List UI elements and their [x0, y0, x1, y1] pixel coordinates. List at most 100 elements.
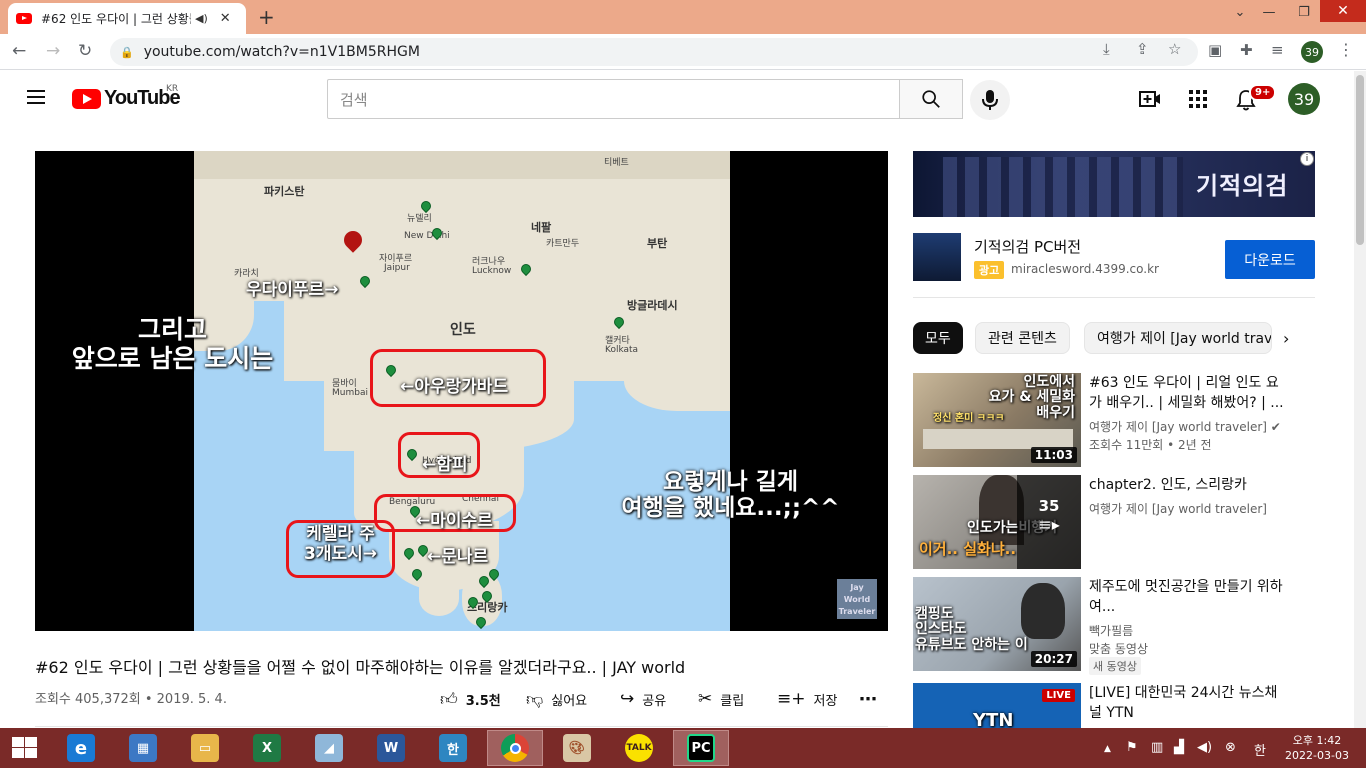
- video-title[interactable]: #63 인도 우다이 | 리얼 인도 요가 배우기.. | 세밀화 해봤어? |…: [1089, 373, 1285, 413]
- tray-signal-icon[interactable]: ▟: [1174, 740, 1184, 755]
- app-icon: ◢: [315, 734, 343, 762]
- hwp-icon: 한: [439, 734, 467, 762]
- extensions-puzzle-icon[interactable]: ✚: [1240, 41, 1253, 59]
- youtube-logo[interactable]: YouTube: [72, 87, 181, 110]
- close-window-button[interactable]: ✕: [1320, 0, 1366, 22]
- page-scrollbar[interactable]: [1354, 71, 1366, 728]
- restore-button[interactable]: ❐: [1290, 0, 1318, 24]
- overlay-caption-right: 요렇게나 길게 여행을 했네요...;;^^: [621, 469, 840, 522]
- save-button[interactable]: ≡+ 저장: [777, 689, 837, 709]
- taskbar-hwp[interactable]: 한: [425, 730, 481, 766]
- map-label-bhutan: 부탄: [647, 237, 668, 250]
- chevron-right-icon[interactable]: ›: [1283, 329, 1289, 348]
- ad-download-button[interactable]: 다운로드: [1225, 240, 1315, 279]
- channel-name[interactable]: 여행가 제이 [Jay world traveler] ✔: [1089, 418, 1281, 435]
- recommended-video[interactable]: 인도에서 요가 & 세밀화 배우기 정신 혼미 ㅋㅋㅋ 11:03 #63 인도…: [913, 373, 1333, 467]
- dislike-button[interactable]: 👎︎ 싫어요: [526, 689, 587, 710]
- taskbar-clock[interactable]: 오후 1:42 2022-03-03: [1285, 733, 1349, 763]
- like-button[interactable]: 👍︎ 3.5천: [440, 689, 501, 710]
- youtube-play-icon: [72, 88, 101, 109]
- map-label-pakistan: 파키스탄: [264, 185, 305, 198]
- forward-icon[interactable]: →: [46, 41, 60, 61]
- tab-strip: #62 인도 우다이 | 그런 상황들을 어쩔 수 없이 마주해야하는 이유를 …: [0, 0, 1366, 34]
- divider: [913, 297, 1315, 298]
- recommended-video[interactable]: 캠핑도 인스타도 유튜브도 안하는 이 20:27 제주도에 멋진공간을 만들기…: [913, 577, 1333, 675]
- tray-flag-icon[interactable]: ⚑: [1126, 740, 1138, 755]
- tray-close-icon[interactable]: ⊗: [1225, 740, 1236, 755]
- tab-title: #62 인도 우다이 | 그런 상황들을 어쩔 수 없이 마주해야하는 이유를 …: [41, 12, 191, 26]
- map-label-nepal: 네팔: [531, 221, 552, 234]
- tab-close-icon[interactable]: ✕: [220, 11, 231, 26]
- video-title[interactable]: 제주도에 멋진공간을 만들기 위하여...: [1089, 577, 1285, 617]
- taskbar-file-explorer[interactable]: ▭: [177, 730, 233, 766]
- share-button[interactable]: ↪ 공유: [620, 689, 666, 709]
- create-video-icon[interactable]: [1139, 89, 1161, 113]
- control-panel-icon: ▦: [129, 734, 157, 762]
- clip-button[interactable]: ✂ 클립: [698, 689, 744, 709]
- apps-grid-icon[interactable]: [1188, 89, 1208, 113]
- voice-search-button[interactable]: [970, 80, 1010, 120]
- address-bar[interactable]: 🔒 youtube.com/watch?v=n1V1BM5RHGM: [110, 38, 1198, 66]
- search-input[interactable]: 검색: [327, 79, 900, 119]
- browser-menu-icon[interactable]: ⋮: [1338, 40, 1354, 59]
- taskbar-control-panel[interactable]: ▦: [115, 730, 171, 766]
- bookmark-star-icon[interactable]: ☆: [1168, 40, 1181, 58]
- audio-playing-icon[interactable]: ◀): [195, 12, 208, 25]
- video-title[interactable]: [LIVE] 대한민국 24시간 뉴스채널 YTN: [1089, 683, 1285, 723]
- chip-all[interactable]: 모두: [913, 322, 963, 354]
- taskbar-kakaotalk[interactable]: TALK: [611, 730, 667, 766]
- windows-start-button[interactable]: [12, 737, 38, 759]
- back-icon[interactable]: ←: [12, 41, 26, 61]
- search-button[interactable]: [899, 79, 963, 119]
- taskbar-excel[interactable]: X: [239, 730, 295, 766]
- new-tab-button[interactable]: +: [258, 5, 275, 29]
- kakaotalk-icon: TALK: [625, 734, 653, 762]
- channel-name[interactable]: 빽가필름: [1089, 622, 1133, 639]
- extension-app-icon[interactable]: ▣: [1208, 41, 1222, 59]
- taskbar-paint[interactable]: 🎨︎: [549, 730, 605, 766]
- ad-banner-image[interactable]: 기적의검: [913, 151, 1315, 217]
- ad-banner-text: 기적의검: [1196, 172, 1289, 200]
- ad-info-icon[interactable]: i: [1300, 152, 1314, 166]
- more-actions-icon[interactable]: ⋯: [859, 689, 877, 710]
- video-thumbnail[interactable]: 인도에서 요가 & 세밀화 배우기 정신 혼미 ㅋㅋㅋ 11:03: [913, 373, 1081, 467]
- chip-related[interactable]: 관련 콘텐츠: [975, 322, 1070, 354]
- reload-icon[interactable]: ↻: [78, 41, 92, 61]
- channel-watermark[interactable]: Jay World Traveler: [837, 579, 877, 619]
- menu-icon[interactable]: [27, 90, 45, 104]
- recommended-playlist[interactable]: 인도가는비행기 이거.. 실화냐.. 35 ≡▸ chapter2. 인도, 스…: [913, 475, 1333, 569]
- chip-channel[interactable]: 여행가 제이 [Jay world travel]: [1084, 322, 1272, 354]
- recommended-video[interactable]: LIVE YTN [LIVE] 대한민국 24시간 뉴스채널 YTN: [913, 683, 1333, 728]
- share-icon[interactable]: ⇪: [1136, 40, 1149, 58]
- chrome-icon: [501, 734, 529, 762]
- taskbar-app[interactable]: ◢: [301, 730, 357, 766]
- tray-volume-icon[interactable]: ◀): [1197, 740, 1212, 755]
- browser-tab[interactable]: #62 인도 우다이 | 그런 상황들을 어쩔 수 없이 마주해야하는 이유를 …: [8, 3, 246, 34]
- taskbar-pycharm[interactable]: PC: [673, 730, 729, 766]
- ad-title[interactable]: 기적의검 PC버전: [974, 236, 1081, 257]
- scrollbar-thumb[interactable]: [1356, 75, 1364, 245]
- tab-search-icon[interactable]: ⌄: [1228, 0, 1252, 24]
- video-player[interactable]: 파키스탄 티베트 뉴델리 New Delhi 자이푸르 Jaipur 러크나우 …: [35, 151, 888, 631]
- taskbar-word[interactable]: W: [363, 730, 419, 766]
- playlist-title[interactable]: chapter2. 인도, 스리랑카: [1089, 475, 1285, 495]
- tray-overflow-icon[interactable]: ▲: [1104, 744, 1111, 754]
- lock-icon[interactable]: 🔒: [120, 46, 134, 59]
- ad-badge: 광고: [974, 261, 1005, 279]
- browser-profile-avatar[interactable]: 39: [1301, 41, 1323, 63]
- video-thumbnail[interactable]: LIVE YTN: [913, 683, 1081, 728]
- account-avatar[interactable]: 39: [1288, 83, 1320, 115]
- share-arrow-icon: ↪: [620, 689, 635, 709]
- video-thumbnail[interactable]: 캠핑도 인스타도 유튜브도 안하는 이 20:27: [913, 577, 1081, 671]
- taskbar-internet-explorer[interactable]: e: [53, 730, 109, 766]
- ime-indicator[interactable]: 한: [1254, 740, 1266, 759]
- media-control-icon[interactable]: ≡: [1271, 41, 1284, 59]
- minimize-button[interactable]: —: [1255, 0, 1283, 24]
- new-video-badge: 새 동영상: [1089, 657, 1141, 675]
- channel-name[interactable]: 여행가 제이 [Jay world traveler]: [1089, 500, 1267, 517]
- playlist-thumbnail[interactable]: 인도가는비행기 이거.. 실화냐.. 35 ≡▸: [913, 475, 1081, 569]
- install-app-icon[interactable]: ⤓: [1103, 40, 1110, 58]
- taskbar-chrome[interactable]: [487, 730, 543, 766]
- ad-thumbnail[interactable]: [913, 233, 961, 281]
- tray-network-icon[interactable]: ▥: [1151, 740, 1163, 755]
